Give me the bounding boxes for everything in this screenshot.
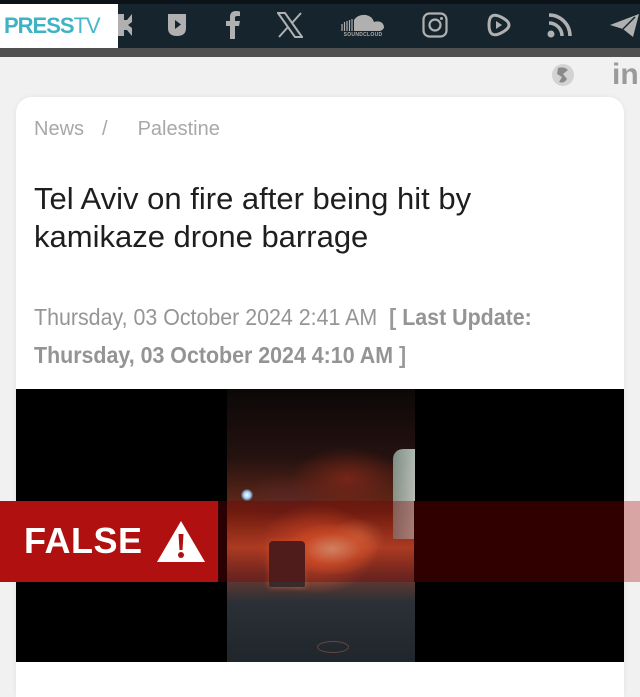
article-title: Tel Aviv on fire after being hit by kami… (34, 181, 472, 254)
linkedin-label: in (612, 58, 639, 91)
topbar-divider (0, 48, 640, 57)
breadcrumb-separator: / (102, 118, 108, 140)
verdict-pink-edge (624, 501, 640, 582)
breadcrumb-palestine[interactable]: Palestine (138, 118, 220, 141)
linkedin-icon[interactable]: in (612, 60, 640, 90)
manhole (317, 641, 349, 653)
warning-triangle-icon (156, 519, 206, 563)
update-bracket-close: ] (398, 342, 407, 368)
vk-icon[interactable] (549, 60, 577, 90)
kick-icon[interactable] (116, 8, 134, 42)
rumble-shield-icon[interactable] (164, 8, 190, 42)
verdict-dark-block (414, 501, 624, 582)
x-twitter-icon[interactable] (275, 8, 305, 42)
published-date: Thursday, 03 October 2024 2:41 AM (34, 304, 378, 330)
breadcrumb: News / Palestine (34, 118, 220, 141)
street-lamp (241, 489, 253, 501)
verdict-label: FALSE (24, 520, 143, 561)
logo-press: PRESS (4, 13, 75, 38)
soundcloud-label: SOUNDCLOUD (343, 32, 383, 38)
soundcloud-icon[interactable]: SOUNDCLOUD (338, 8, 388, 42)
logo-text: PRESSTV (4, 13, 101, 39)
telegram-icon[interactable] (608, 8, 640, 42)
breadcrumb-news[interactable]: News (34, 118, 84, 141)
instagram-icon[interactable] (420, 8, 450, 42)
rumble-icon[interactable] (484, 8, 514, 42)
verdict-tint (218, 501, 414, 582)
rss-icon[interactable] (545, 8, 575, 42)
update-bracket-open: [ (389, 304, 397, 330)
presstv-logo[interactable]: PRESSTV (0, 4, 118, 48)
facebook-icon[interactable] (222, 8, 244, 42)
logo-tv: TV (73, 13, 101, 38)
article-dateline: Thursday, 03 October 2024 2:41 AM [ Last… (34, 298, 592, 374)
